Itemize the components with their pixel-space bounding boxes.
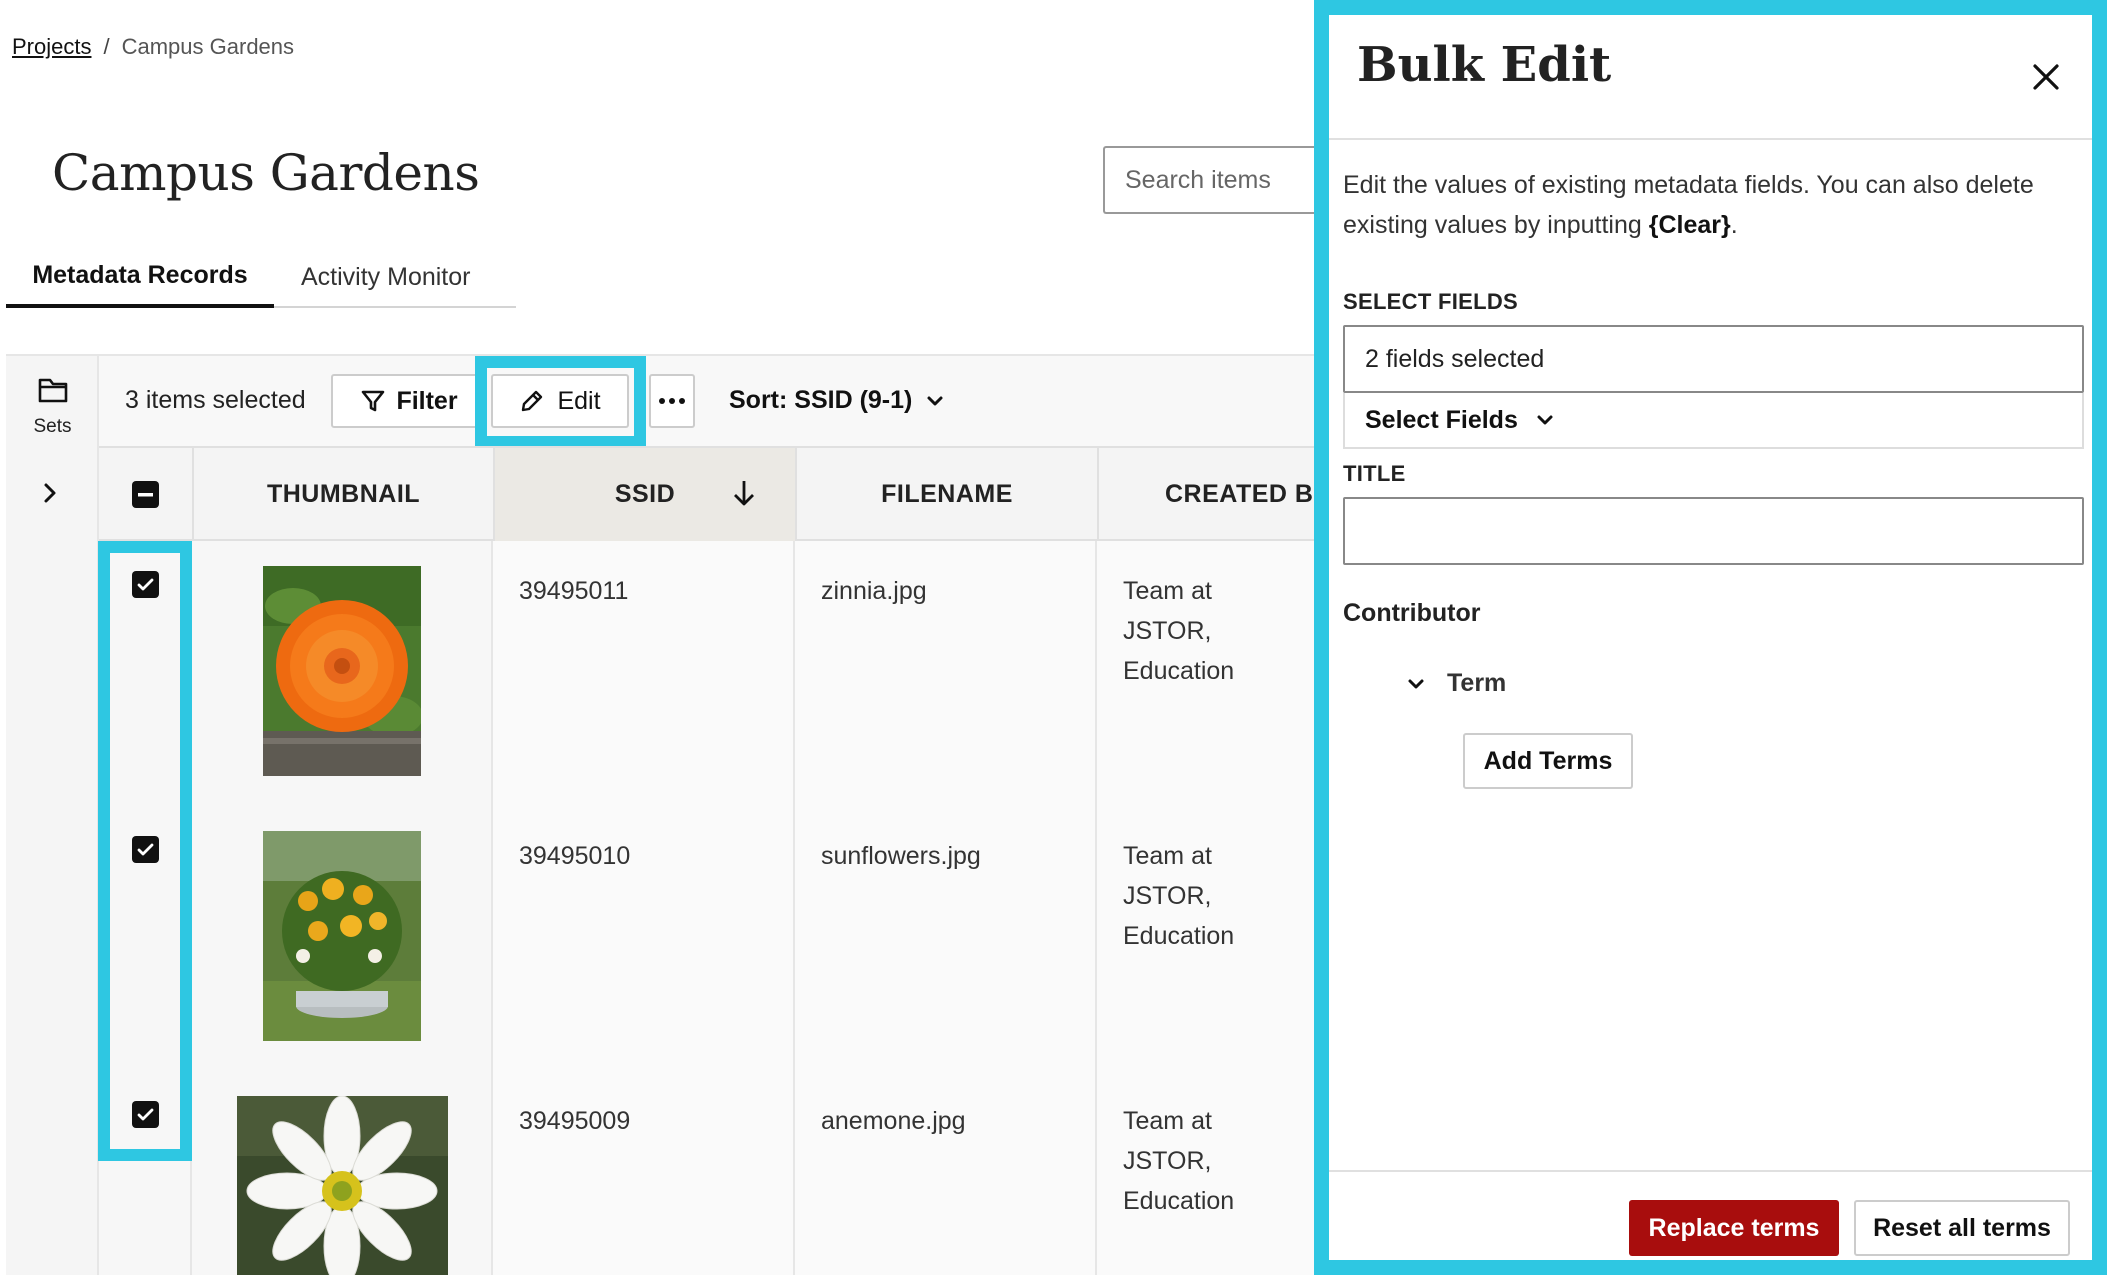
check-icon <box>137 1108 154 1121</box>
breadcrumb-current: Campus Gardens <box>121 34 295 59</box>
folder-icon[interactable] <box>38 376 68 404</box>
breadcrumb-separator: / <box>103 34 110 59</box>
panel-header: Bulk Edit <box>1329 15 2092 140</box>
minus-icon <box>138 492 153 496</box>
selected-count: 3 items selected <box>125 386 306 414</box>
select-all-checkbox[interactable] <box>132 481 159 508</box>
bulk-edit-panel: Bulk Edit Edit the values of existing me… <box>1314 0 2107 1275</box>
row-created-by: Team at JSTOR, Education <box>1097 1071 1314 1275</box>
row-check-cell <box>99 1071 192 1275</box>
column-ssid[interactable]: SSID <box>495 448 795 541</box>
created-by-line1: Team at JSTOR, <box>1123 1107 1212 1175</box>
row-filename: anemone.jpg <box>795 1071 1097 1275</box>
close-button[interactable] <box>2024 55 2068 99</box>
arrow-down-icon <box>734 481 754 506</box>
row-checkbox[interactable] <box>132 1101 159 1128</box>
select-fields-button-label: Select Fields <box>1365 405 1518 434</box>
search-input[interactable]: Search items <box>1103 146 1343 214</box>
panel-intro: Edit the values of existing metadata fie… <box>1343 165 2073 245</box>
add-terms-button[interactable]: Add Terms <box>1463 733 1633 789</box>
row-thumb-cell <box>192 541 493 806</box>
sunflowers-thumbnail[interactable] <box>263 831 421 1041</box>
reset-all-terms-button[interactable]: Reset all terms <box>1854 1200 2070 1256</box>
edit-label: Edit <box>557 386 601 415</box>
anemone-thumbnail[interactable] <box>237 1096 448 1275</box>
row-checkbox[interactable] <box>132 571 159 598</box>
table-row[interactable]: 39495009 anemone.jpg Team at JSTOR, Educ… <box>99 1071 1314 1275</box>
filter-label: Filter <box>396 386 458 415</box>
row-ssid: 39495011 <box>493 541 795 806</box>
breadcrumb: Projects / Campus Gardens <box>12 34 294 60</box>
row-created-by: Team at JSTOR, Education <box>1097 541 1314 806</box>
chevron-down-icon <box>927 396 943 405</box>
pencil-icon <box>522 390 543 412</box>
check-icon <box>137 578 154 591</box>
tab-metadata-records[interactable]: Metadata Records <box>6 246 274 308</box>
created-by-line2: Education <box>1123 657 1235 685</box>
replace-terms-button[interactable]: Replace terms <box>1629 1200 1839 1256</box>
term-toggle[interactable]: Term <box>1407 669 1506 698</box>
column-thumbnail[interactable]: THUMBNAIL <box>194 448 493 541</box>
sets-label: Sets <box>33 416 72 437</box>
contributor-label: Contributor <box>1343 599 1481 627</box>
created-by-line1: Team at JSTOR, <box>1123 577 1212 645</box>
table-toolbar: 3 items selected Filter Edit Sort: SSID … <box>99 354 1314 448</box>
title-field-label: TITLE <box>1343 461 1406 486</box>
chevron-down-icon <box>1408 679 1424 688</box>
column-created-by[interactable]: CREATED B <box>1099 448 1314 541</box>
sort-dropdown[interactable]: Sort: SSID (9-1) <box>729 386 944 415</box>
fields-selected-input[interactable]: 2 fields selected <box>1343 325 2084 393</box>
breadcrumb-projects-link[interactable]: Projects <box>12 34 91 60</box>
sets-rail: Sets <box>6 354 99 1275</box>
page-title: Campus Gardens <box>52 144 480 202</box>
more-actions-button[interactable] <box>649 374 695 428</box>
row-check-cell <box>99 806 192 1071</box>
tab-bar: Metadata Records Activity Monitor <box>6 246 516 308</box>
column-filename[interactable]: FILENAME <box>797 448 1097 541</box>
title-input[interactable] <box>1343 497 2084 565</box>
intro-clear-token: {Clear} <box>1648 211 1731 239</box>
created-by-line1: Team at JSTOR, <box>1123 842 1212 910</box>
select-fields-button[interactable]: Select Fields <box>1343 393 2084 449</box>
intro-end: . <box>1730 211 1738 239</box>
row-thumb-cell <box>192 806 493 1071</box>
select-fields-label: SELECT FIELDS <box>1343 289 1519 314</box>
created-by-line2: Education <box>1123 1187 1235 1215</box>
term-label: Term <box>1447 669 1507 697</box>
column-ssid-label: SSID <box>614 480 676 508</box>
row-checkbox[interactable] <box>132 836 159 863</box>
zinnia-thumbnail[interactable] <box>263 566 421 776</box>
row-thumb-cell <box>192 1071 493 1275</box>
row-filename: sunflowers.jpg <box>795 806 1097 1071</box>
row-ssid: 39495010 <box>493 806 795 1071</box>
created-by-line2: Education <box>1123 922 1235 950</box>
select-all-cell <box>99 448 192 541</box>
check-icon <box>137 843 154 856</box>
close-icon <box>2033 64 2059 90</box>
tab-activity-monitor[interactable]: Activity Monitor <box>274 246 496 308</box>
sort-label: Sort: SSID (9-1) <box>729 386 913 414</box>
panel-footer: Replace terms Reset all terms <box>1329 1170 2092 1275</box>
row-created-by: Team at JSTOR, Education <box>1097 806 1314 1071</box>
ellipsis-icon <box>659 398 685 404</box>
chevron-down-icon <box>1537 415 1553 425</box>
panel-title: Bulk Edit <box>1357 37 1612 93</box>
chevron-right-icon[interactable] <box>42 482 58 504</box>
row-ssid: 39495009 <box>493 1071 795 1275</box>
table-row[interactable]: 39495011 zinnia.jpg Team at JSTOR, Educa… <box>99 541 1314 806</box>
filter-icon <box>362 390 385 412</box>
row-check-cell <box>99 541 192 806</box>
table-header: THUMBNAIL SSID FILENAME CREATED B <box>99 446 1314 541</box>
row-filename: zinnia.jpg <box>795 541 1097 806</box>
table-body: 39495011 zinnia.jpg Team at JSTOR, Educa… <box>99 541 1314 1275</box>
edit-button[interactable]: Edit <box>491 374 629 428</box>
filter-button[interactable]: Filter <box>331 374 487 428</box>
table-row[interactable]: 39495010 sunflowers.jpg Team at JSTOR, E… <box>99 806 1314 1071</box>
